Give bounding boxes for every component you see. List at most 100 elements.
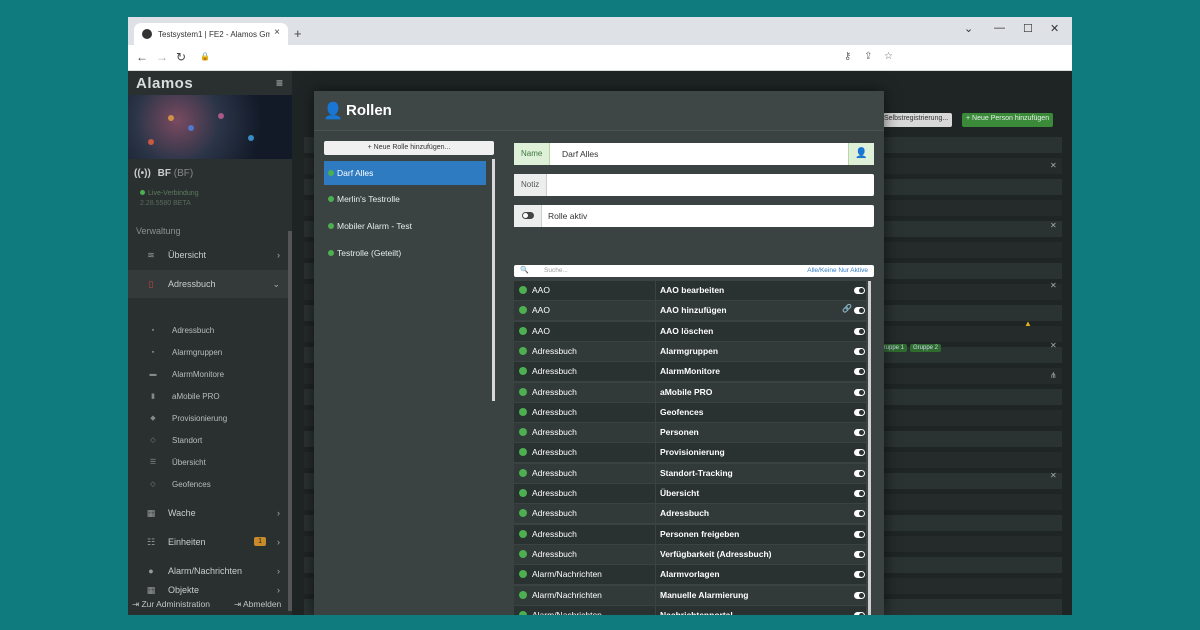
active-dot-icon — [328, 250, 334, 256]
permission-row: Alarm/Nachrichten Nachrichtenportal — [514, 605, 866, 615]
permission-toggle[interactable] — [854, 307, 865, 315]
active-dot-icon — [519, 326, 527, 335]
station-name: ((•)) BF (BF) — [134, 168, 193, 179]
permission-toggle[interactable] — [854, 571, 865, 579]
sidebar: Alamos ≡ ((•)) BF (BF) Live-Verbindung 2… — [128, 71, 292, 615]
new-role-button[interactable]: + Neue Rolle hinzufügen... — [324, 141, 494, 155]
new-person-button[interactable]: + Neue Person hinzufügen — [962, 113, 1054, 127]
permission-toggle[interactable] — [854, 591, 865, 599]
name-value[interactable]: Darf Alles — [562, 143, 598, 165]
delete-icon[interactable]: ✕ — [1050, 281, 1057, 290]
delete-icon[interactable]: ✕ — [1050, 161, 1057, 170]
share-icon[interactable]: ⋔ — [1050, 371, 1057, 380]
note-label: Notiz — [514, 174, 548, 196]
group-chip: Gruppe 2 — [910, 344, 942, 352]
sidebar-item-objekte[interactable]: ▦ Objekte › — [128, 580, 288, 600]
permission-toggle[interactable] — [854, 449, 865, 457]
permission-row: Adressbuch Adressbuch — [514, 504, 866, 524]
active-dot-icon — [519, 407, 527, 416]
sidebar-subitem-uebersicht[interactable]: ☰ Übersicht — [128, 451, 288, 473]
sidebar-subitem-label: AlarmMonitore — [172, 369, 225, 379]
chevron-right-icon: › — [277, 508, 280, 518]
permissions-scrollbar[interactable] — [868, 281, 871, 615]
permission-name: Manuelle Alarmierung — [660, 589, 749, 600]
search-placeholder[interactable]: Suche... — [544, 267, 568, 274]
permission-toggle[interactable] — [854, 368, 865, 376]
sidebar-item-wache[interactable]: ▦ Wache › — [128, 499, 288, 527]
permission-toggle[interactable] — [854, 429, 865, 437]
sidebar-subitem-amobile-pro[interactable]: ▮ aMobile PRO — [128, 385, 288, 407]
permission-toggle[interactable] — [854, 469, 865, 477]
sidebar-subitem-standort[interactable]: ◇ Standort — [128, 429, 288, 451]
sidebar-item-einheiten[interactable]: ☷ Einheiten 1 › — [128, 528, 288, 556]
active-toggle-field[interactable]: Rolle aktiv — [514, 205, 874, 227]
delete-icon[interactable]: ✕ — [1050, 471, 1057, 480]
tab-close-icon[interactable]: × — [274, 27, 280, 38]
new-tab-button[interactable]: + — [294, 26, 302, 41]
minimize-button[interactable]: — — [994, 22, 1005, 34]
tab-search-chevron-icon[interactable]: ⌄ — [964, 22, 973, 35]
permission-row: Adressbuch Geofences — [514, 402, 866, 422]
maximize-button[interactable]: ☐ — [1023, 22, 1033, 35]
key-icon[interactable]: ⚷ — [844, 51, 851, 62]
permission-toggle[interactable] — [854, 550, 865, 558]
link-icon[interactable]: 🔗 — [842, 304, 852, 313]
role-item[interactable]: Merlin's Testrolle — [324, 187, 486, 211]
user-gear-icon: 👤 — [323, 103, 343, 120]
permission-toggle[interactable] — [854, 347, 865, 355]
count-badge: 1 — [254, 537, 266, 546]
permission-row: Adressbuch Personen — [514, 423, 866, 443]
modal-header: 👤 Rollen — [314, 91, 884, 131]
permission-toggle[interactable] — [854, 287, 865, 294]
group-icon: ▪ — [151, 348, 155, 356]
reload-icon[interactable]: ↻ — [176, 50, 186, 64]
role-item[interactable]: Mobiler Alarm - Test — [324, 214, 486, 238]
permission-toggle[interactable] — [854, 388, 865, 396]
note-field[interactable]: Notiz — [514, 174, 874, 196]
logout-link[interactable]: ⇥ Abmelden — [234, 599, 281, 610]
self-registration-button[interactable]: Selbstregistrierung... — [880, 113, 953, 127]
permission-toggle[interactable] — [854, 611, 865, 615]
browser-tab[interactable]: Testsystem1 | FE2 - Alamos GmbH × — [134, 23, 288, 45]
permissions-table: AAO AAO bearbeiten AAO AAO hinzufügen 🔗 AAO AA… — [514, 281, 874, 615]
role-label: Darf Alles — [337, 168, 374, 178]
active-dot-icon — [328, 196, 334, 202]
admin-link[interactable]: ⇥ Zur Administration — [132, 599, 210, 610]
toggle-icon[interactable] — [522, 212, 534, 219]
app-area: Alamos ≡ ((•)) BF (BF) Live-Verbindung 2… — [128, 71, 1072, 615]
permission-toggle[interactable] — [854, 327, 865, 335]
permission-name: AAO löschen — [660, 325, 714, 336]
location-icon: ◇ — [150, 437, 156, 444]
sidebar-scrollbar[interactable] — [288, 231, 292, 611]
role-item[interactable]: Testrolle (Geteilt) — [324, 241, 486, 265]
sidebar-subitem-geofences[interactable]: ◇ Geofences — [128, 473, 288, 495]
roles-scrollbar[interactable] — [492, 159, 495, 401]
permission-category: Adressbuch — [532, 345, 577, 356]
sidebar-subitem-alarmmonitore[interactable]: ▬ AlarmMonitore — [128, 363, 288, 385]
sidebar-item-adressbuch[interactable]: ▯ Adressbuch ⌄ — [128, 270, 288, 298]
role-item[interactable]: Darf Alles — [324, 161, 486, 185]
permission-toggle[interactable] — [854, 490, 865, 497]
permission-search[interactable]: 🔍 Suche... Alle/Keine Nur Aktive — [514, 265, 874, 277]
filter-links[interactable]: Alle/Keine Nur Aktive — [807, 267, 868, 274]
delete-icon[interactable]: ✕ — [1050, 341, 1057, 350]
permission-row: Alarm/Nachrichten Alarmvorlagen — [514, 565, 866, 585]
assign-user-icon[interactable]: 👤 — [848, 143, 874, 165]
active-label: Rolle aktiv — [548, 211, 588, 221]
delete-icon[interactable]: ✕ — [1050, 221, 1057, 230]
star-icon[interactable]: ☆ — [884, 51, 893, 62]
sidebar-subitem-adressbuch[interactable]: ▪ Adressbuch — [128, 319, 288, 341]
permission-toggle[interactable] — [854, 530, 865, 538]
permission-toggle[interactable] — [854, 408, 865, 416]
sidebar-subitem-alarmgruppen[interactable]: ▪ Alarmgruppen — [128, 341, 288, 363]
forward-icon[interactable]: → — [156, 50, 168, 64]
permission-name: Standort-Tracking — [660, 467, 733, 478]
name-field[interactable]: Name Darf Alles 👤 — [514, 143, 874, 165]
permission-toggle[interactable] — [854, 510, 865, 518]
sidebar-item-uebersicht[interactable]: ≋ Übersicht › — [128, 241, 288, 269]
sidebar-subitem-provisionierung[interactable]: ◆ Provisionierung — [128, 407, 288, 429]
share-icon[interactable]: ⇪ — [864, 51, 872, 62]
close-window-button[interactable]: ✕ — [1050, 22, 1059, 35]
hamburger-icon[interactable]: ≡ — [276, 76, 283, 90]
back-icon[interactable]: ← — [136, 50, 148, 64]
